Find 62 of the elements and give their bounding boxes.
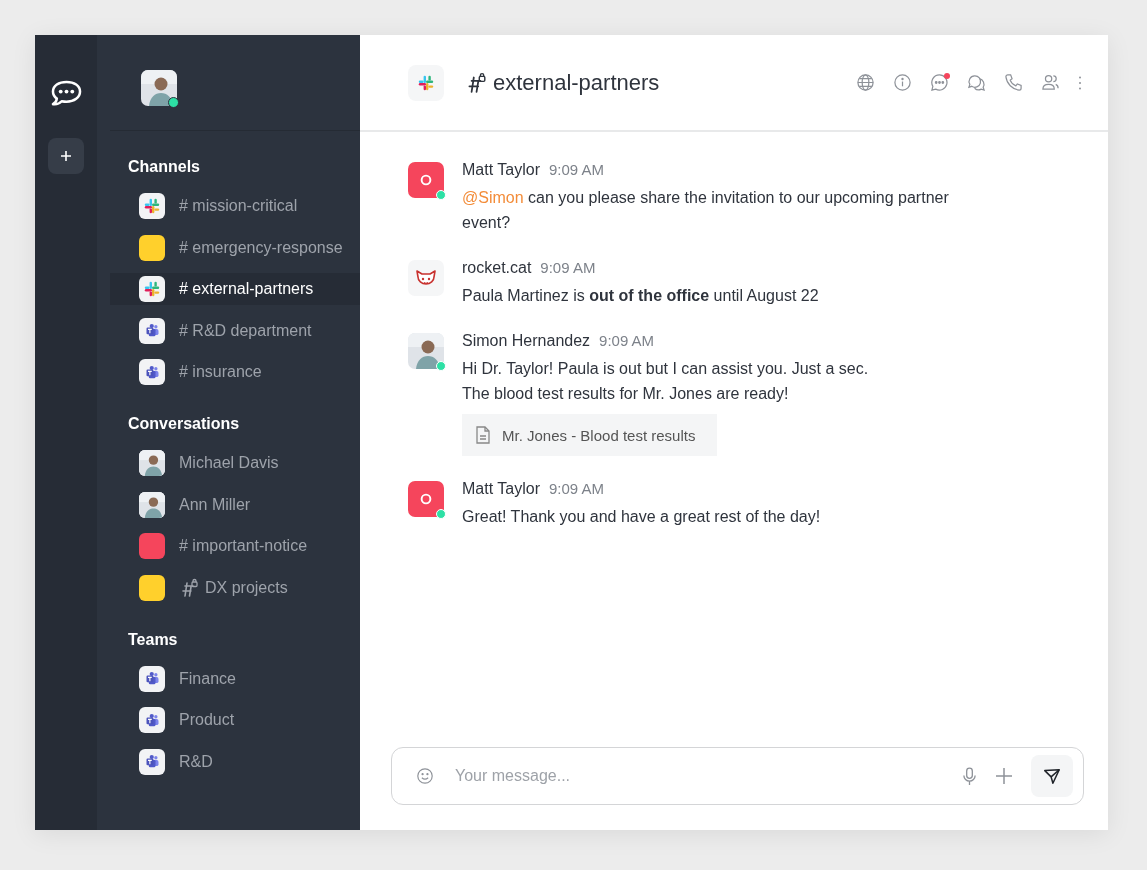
message-text: @Simon can you please share the invitation to our upcoming partner event? xyxy=(462,188,950,233)
teams-icon xyxy=(139,707,165,733)
sidebar-item[interactable]: # external-partners xyxy=(110,273,360,305)
send-button[interactable] xyxy=(1031,755,1073,797)
plus-icon xyxy=(60,150,72,162)
more-button[interactable] xyxy=(1078,74,1082,91)
message-time: 9:09 AM xyxy=(540,259,596,276)
sidebar-item[interactable]: # important-notice xyxy=(110,530,360,562)
user-avatar xyxy=(408,481,444,517)
message-input[interactable]: Your message... xyxy=(453,766,962,786)
slack-icon xyxy=(408,64,444,101)
sidebar-item[interactable]: # mission-critical xyxy=(110,190,360,222)
logo-icon xyxy=(49,79,83,108)
user-avatar xyxy=(408,162,444,198)
sidebar-item[interactable]: Finance xyxy=(110,662,360,695)
sidebar-item[interactable]: Ann Miller xyxy=(110,488,360,521)
add-button[interactable] xyxy=(995,767,1013,785)
slack-icon xyxy=(139,193,165,219)
sidebar-item[interactable]: Michael Davis xyxy=(110,447,360,479)
members-button[interactable] xyxy=(1041,73,1060,92)
section-heading: Channels xyxy=(127,158,200,176)
teams-icon xyxy=(139,359,165,385)
microphone-button[interactable] xyxy=(962,766,977,786)
phone-button[interactable] xyxy=(1004,73,1023,92)
section-heading: Conversations xyxy=(127,415,240,433)
author-name: rocket.cat xyxy=(462,259,532,277)
sidebar-item[interactable]: Product xyxy=(110,704,360,736)
chat-bubble-button[interactable] xyxy=(930,73,949,92)
globe-button[interactable] xyxy=(856,73,875,92)
message-time: 9:09 AM xyxy=(599,332,655,349)
sidebar-item[interactable]: # emergency-response xyxy=(110,231,360,264)
slack-icon xyxy=(139,276,165,302)
message-text: Great! Thank you and have a great rest of the day! xyxy=(462,507,822,527)
message-time: 9:09 AM xyxy=(548,480,604,497)
sidebar-item[interactable]: DX projects xyxy=(110,571,360,604)
teams-icon xyxy=(139,748,165,775)
user-avatar xyxy=(139,491,165,518)
info-button[interactable] xyxy=(893,73,912,92)
author-name: Simon Hernandez xyxy=(462,332,591,350)
user-avatar xyxy=(139,450,165,476)
create-new-button[interactable] xyxy=(48,138,84,174)
user-avatar[interactable] xyxy=(141,70,177,106)
channel-title: external-partners xyxy=(493,69,660,96)
author-name: Matt Taylor xyxy=(462,161,540,179)
teams-icon xyxy=(139,665,165,692)
file-attachment[interactable]: Mr. Jones - Blood test results xyxy=(462,414,718,456)
file-icon xyxy=(476,426,490,444)
section-heading: Teams xyxy=(127,630,178,649)
message-text: Hi Dr. Taylor! Paula is out but I can assist you. Just a sec. xyxy=(462,359,870,379)
sidebar-item[interactable]: R&D xyxy=(110,745,360,778)
message-time: 9:09 AM xyxy=(548,161,604,178)
teams-icon xyxy=(139,317,165,344)
user-avatar xyxy=(408,333,444,369)
sidebar-item[interactable]: # R&D department xyxy=(110,314,360,347)
send-icon xyxy=(1043,767,1061,785)
emoji-button[interactable] xyxy=(416,767,434,785)
threads-button[interactable] xyxy=(967,73,986,92)
message-text: The blood test results for Mr. Jones are ready! xyxy=(462,384,790,404)
message-text: Paula Martinez is out of the office until August 22 xyxy=(462,286,820,306)
message-composer[interactable]: Your message... xyxy=(391,747,1084,805)
author-name: Matt Taylor xyxy=(462,480,540,498)
sidebar-item[interactable]: # insurance xyxy=(110,356,360,388)
